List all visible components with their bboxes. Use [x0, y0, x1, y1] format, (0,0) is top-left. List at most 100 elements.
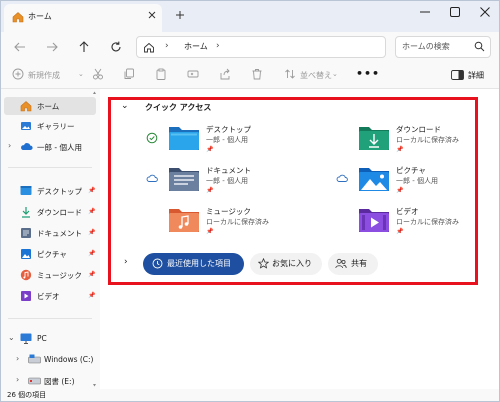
home-icon [20, 100, 32, 112]
copy-icon[interactable] [123, 68, 135, 80]
download-folder-icon [358, 124, 390, 152]
refresh-icon[interactable] [106, 37, 126, 57]
sidebar-item-music[interactable]: ミュージック 📌 [4, 266, 96, 284]
plus-circle-icon[interactable] [12, 68, 24, 80]
sidebar-item-pictures[interactable]: ピクチャ 📌 [4, 245, 96, 263]
arrow-up-icon[interactable] [74, 37, 94, 57]
section-title-quick-access: クイック アクセス [145, 103, 212, 112]
sidebar-item-downloads[interactable]: ダウンロード 📌 [4, 203, 96, 221]
sidebar-item-label: ドキュメント [37, 229, 82, 238]
maximize-icon[interactable] [440, 0, 470, 24]
close-icon[interactable] [146, 9, 158, 21]
search-icon[interactable] [474, 41, 485, 52]
paste-icon[interactable] [155, 68, 167, 80]
rename-icon[interactable] [187, 68, 199, 80]
music-folder-icon [20, 269, 32, 281]
videos-folder-icon [20, 290, 32, 302]
minimize-icon[interactable] [410, 0, 440, 24]
quick-access-item-downloads[interactable]: ダウンロード ローカルに保存済み 📌 [336, 124, 496, 160]
pictures-folder-icon [358, 165, 390, 193]
people-icon [335, 258, 347, 269]
sort-icon[interactable] [284, 68, 296, 80]
delete-icon[interactable] [251, 68, 263, 80]
sidebar-item-onedrive[interactable]: › 一郎 - 個人用 [4, 138, 96, 156]
chevron-down-icon[interactable]: ⌄ [78, 70, 84, 78]
sidebar-item-label: ビデオ [37, 292, 60, 301]
chevron-right-icon[interactable]: › [16, 375, 19, 384]
new-button[interactable]: 新規作成 [28, 70, 60, 81]
breadcrumb-home[interactable]: ホーム [184, 41, 208, 52]
sidebar-item-label: ピクチャ [37, 250, 67, 259]
address-bar[interactable] [136, 36, 386, 58]
chevron-right-icon[interactable]: › [8, 141, 11, 150]
sidebar-item-label: 一郎 - 個人用 [37, 143, 82, 152]
sidebar-item-pc[interactable]: ⌄ PC [4, 330, 96, 348]
desktop-folder-icon [20, 185, 32, 196]
pin-icon: 📌 [396, 228, 404, 235]
sidebar-item-gallery[interactable]: ギャラリー [4, 117, 96, 135]
tab-label: 共有 [351, 259, 367, 268]
cut-icon[interactable] [92, 68, 104, 80]
command-bar [0, 64, 500, 89]
cloud-icon [336, 173, 348, 183]
sort-button[interactable]: 並べ替え [300, 70, 332, 81]
sidebar-item-drive-e[interactable]: › 図書 (E:) [4, 372, 96, 390]
desktop-folder-icon [168, 124, 200, 152]
plus-icon[interactable] [174, 9, 186, 21]
sidebar-item-home[interactable]: ホーム [4, 97, 96, 115]
synced-check-icon [146, 132, 158, 144]
item-location: 一郎 - 個人用 [206, 136, 248, 144]
pin-icon: 📌 [206, 187, 214, 194]
sidebar-item-documents[interactable]: ドキュメント 📌 [4, 224, 96, 242]
item-name: ビデオ [396, 207, 419, 216]
tab-label: 最近使用した項目 [167, 259, 231, 268]
home-outline-icon[interactable] [143, 42, 155, 53]
chevron-down-icon[interactable]: ⌄ [332, 70, 338, 78]
drive-icon [28, 375, 41, 385]
chevron-right-icon[interactable]: › [16, 354, 19, 363]
arrow-left-icon[interactable] [10, 37, 30, 57]
quick-access-item-documents[interactable]: ドキュメント 一郎 - 個人用 📌 [146, 165, 306, 201]
breadcrumb-separator[interactable]: › [165, 41, 169, 51]
pin-icon: 📌 [206, 146, 214, 153]
sidebar-item-desktop[interactable]: デスクトップ 📌 [4, 182, 96, 200]
item-location: 一郎 - 個人用 [396, 177, 438, 185]
sidebar-item-videos[interactable]: ビデオ 📌 [4, 287, 96, 305]
item-name: ミュージック [206, 207, 251, 216]
breadcrumb-separator[interactable]: › [216, 41, 220, 51]
quick-access-item-videos[interactable]: ビデオ ローカルに保存済み 📌 [336, 206, 496, 242]
quick-access-item-pictures[interactable]: ピクチャ 一郎 - 個人用 📌 [336, 165, 496, 201]
sidebar-scrollbar[interactable] [92, 90, 97, 388]
sidebar-item-label: 図書 (E:) [44, 377, 75, 386]
sidebar-item-drive-c[interactable]: › Windows (C:) [4, 351, 96, 369]
quick-access-item-music[interactable]: ミュージック ローカルに保存済み 📌 [146, 206, 306, 242]
quick-access-item-desktop[interactable]: デスクトップ 一郎 - 個人用 📌 [146, 124, 306, 160]
sidebar-item-label: Windows (C:) [44, 355, 94, 364]
music-folder-icon [168, 206, 200, 234]
chevron-down-icon[interactable]: ⌄ [121, 101, 129, 111]
tab-label: お気に入り [272, 259, 312, 268]
pin-icon: 📌 [396, 187, 404, 194]
chevron-down-icon[interactable]: ⌄ [8, 333, 15, 342]
details-pane-icon[interactable] [451, 70, 464, 80]
tab-title: ホーム [28, 12, 52, 21]
home-icon [12, 11, 24, 23]
arrow-right-icon[interactable] [42, 37, 62, 57]
item-name: デスクトップ [206, 125, 251, 134]
item-count: 26 個の項目 [7, 391, 47, 399]
item-location: ローカルに保存済み [396, 136, 459, 144]
pin-icon: 📌 [206, 228, 214, 235]
share-icon[interactable] [219, 68, 231, 80]
more-options-button[interactable]: ••• [356, 67, 380, 80]
details-button[interactable]: 詳細 [468, 70, 484, 81]
pictures-folder-icon [20, 248, 32, 260]
gallery-icon [20, 120, 32, 132]
search-placeholder: ホームの検索 [402, 42, 450, 51]
drive-icon [28, 354, 41, 364]
star-icon [258, 258, 269, 269]
documents-folder-icon [168, 165, 200, 193]
divider [8, 318, 92, 319]
chevron-right-icon[interactable]: › [124, 257, 128, 267]
item-name: ドキュメント [206, 166, 251, 175]
close-icon[interactable] [470, 0, 500, 24]
